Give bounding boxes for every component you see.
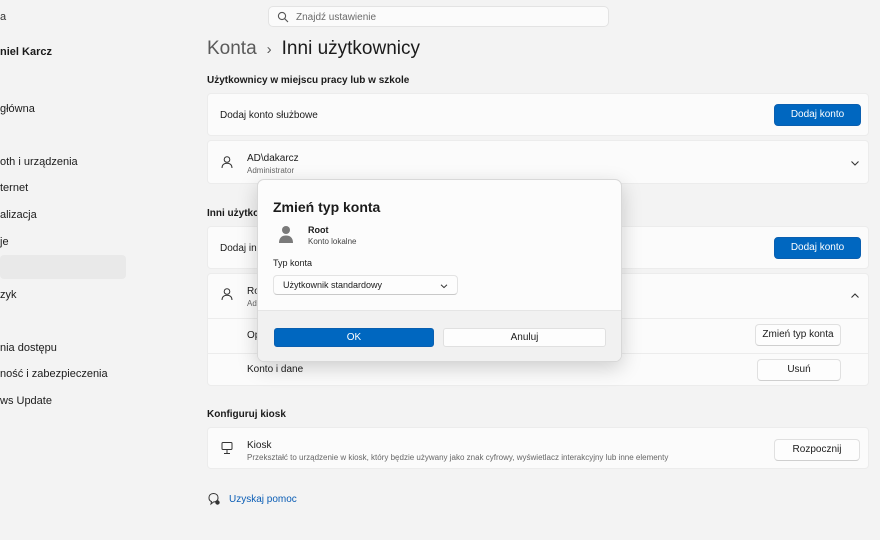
account-data-label: Konto i dane: [247, 364, 304, 375]
user-avatar-icon: [279, 226, 293, 243]
sidebar-item-personalization[interactable]: alizacja: [0, 209, 37, 221]
search-input[interactable]: [296, 10, 596, 24]
change-account-type-button[interactable]: Zmień typ konta: [755, 324, 841, 346]
kiosk-label: Kiosk: [247, 440, 272, 451]
user-name: niel Karcz: [0, 46, 52, 58]
page-title: Inni użytkownicy: [281, 38, 420, 59]
sidebar-item-network[interactable]: ternet: [0, 182, 28, 194]
work-section-title: Użytkownicy w miejscu pracy lub w szkole: [207, 75, 410, 86]
breadcrumb-separator: ›: [266, 41, 272, 58]
sidebar: a niel Karcz główna oth i urządzenia ter…: [0, 0, 135, 540]
dialog-footer: OK Anuluj: [258, 310, 621, 361]
dialog-title: Zmień typ konta: [273, 199, 381, 215]
sidebar-item-windows-update[interactable]: ws Update: [0, 395, 52, 407]
sidebar-item-apps[interactable]: je: [0, 236, 9, 248]
account-type-label: Typ konta: [273, 258, 313, 268]
help-icon: [208, 492, 220, 506]
account-type-dropdown[interactable]: Użytkownik standardowy: [273, 275, 458, 295]
app-title: a: [0, 11, 7, 23]
sidebar-item-bluetooth[interactable]: oth i urządzenia: [0, 156, 78, 168]
kiosk-icon: [221, 442, 233, 454]
add-work-account-button[interactable]: Dodaj konto: [774, 104, 861, 126]
search-box[interactable]: [268, 6, 609, 27]
cancel-button[interactable]: Anuluj: [443, 328, 606, 347]
remove-account-button[interactable]: Usuń: [757, 359, 841, 381]
breadcrumb-parent[interactable]: Konta: [207, 38, 257, 59]
add-work-account-label: Dodaj konto służbowe: [220, 110, 318, 121]
add-other-user-label: Dodaj inn: [220, 243, 263, 254]
chevron-up-icon[interactable]: [850, 291, 860, 301]
work-account-role: Administrator: [247, 166, 295, 175]
dialog-user-kind: Konto lokalne: [308, 237, 357, 246]
sidebar-item-security[interactable]: ność i zabezpieczenia: [0, 368, 108, 380]
sidebar-item-language[interactable]: zyk: [0, 289, 17, 301]
get-help-label[interactable]: Uzyskaj pomoc: [229, 494, 297, 505]
sidebar-selected-highlight[interactable]: [0, 255, 126, 279]
add-work-account-card: Dodaj konto służbowe Dodaj konto: [207, 93, 869, 136]
work-account-name: AD\dakarcz: [247, 153, 299, 164]
other-users-section-title: Inni użytko: [207, 208, 260, 219]
ok-button[interactable]: OK: [274, 328, 434, 347]
sidebar-item-home[interactable]: główna: [0, 103, 35, 115]
breadcrumb: Konta › Inni użytkownicy: [207, 38, 420, 60]
start-kiosk-button[interactable]: Rozpocznij: [774, 439, 860, 461]
sidebar-item-accessibility[interactable]: nia dostępu: [0, 342, 57, 354]
user-icon: [221, 288, 233, 301]
chevron-down-icon[interactable]: [850, 158, 860, 168]
kiosk-description: Przekształć to urządzenie w kiosk, który…: [247, 453, 669, 462]
add-other-user-button[interactable]: Dodaj konto: [774, 237, 861, 259]
kiosk-card: Kiosk Przekształć to urządzenie w kiosk,…: [207, 427, 869, 469]
account-type-selected: Użytkownik standardowy: [283, 280, 383, 290]
search-icon: [277, 11, 289, 23]
chevron-down-icon: [440, 284, 448, 289]
other-user-role: Ad: [247, 299, 257, 308]
user-icon: [221, 156, 233, 169]
dialog-user-name: Root: [308, 225, 329, 235]
change-account-type-dialog: Zmień typ konta Root Konto lokalne Typ k…: [257, 179, 622, 362]
kiosk-section-title: Konfiguruj kiosk: [207, 409, 286, 420]
work-account-card[interactable]: AD\dakarcz Administrator: [207, 140, 869, 184]
